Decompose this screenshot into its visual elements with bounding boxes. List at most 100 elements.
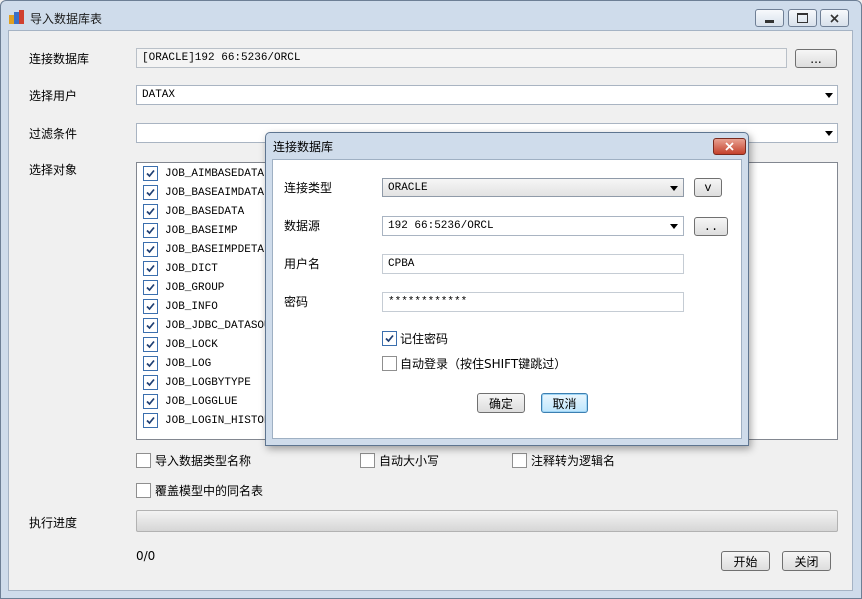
maximize-button[interactable]: [788, 9, 817, 27]
chevron-down-icon: [825, 93, 833, 98]
list-item-label: JOB_GROUP: [165, 281, 225, 294]
checkbox[interactable]: [143, 299, 158, 314]
checkbox[interactable]: [143, 375, 158, 390]
close-icon: [725, 142, 734, 151]
checkbox[interactable]: [143, 337, 158, 352]
chevron-down-icon: [825, 131, 833, 136]
checkbox[interactable]: [136, 483, 151, 498]
checkbox[interactable]: [143, 185, 158, 200]
list-item[interactable]: JOB_BASEIMP: [143, 223, 238, 238]
connection-label: 连接数据库: [29, 52, 90, 66]
checkbox[interactable]: [382, 331, 397, 346]
source-value: 192 66:5236/ORCL: [388, 220, 494, 232]
list-item[interactable]: JOB_LOGBYTYPE: [143, 375, 251, 390]
option-label: 覆盖模型中的同名表: [155, 484, 264, 498]
source-browse-button[interactable]: ..: [694, 217, 728, 236]
checkbox[interactable]: [143, 413, 158, 428]
option-import-type-name[interactable]: 导入数据类型名称: [136, 452, 251, 469]
conn-type-value: ORACLE: [388, 181, 428, 194]
remember-password-option[interactable]: 记住密码: [382, 330, 448, 347]
conn-type-select[interactable]: ORACLE: [382, 178, 684, 197]
check-icon: [146, 207, 155, 216]
checkbox[interactable]: [143, 261, 158, 276]
list-item-label: JOB_LOG: [165, 357, 212, 370]
ok-button[interactable]: 确定: [477, 393, 525, 413]
list-item-label: JOB_BASEAIMDATA: [165, 186, 265, 199]
list-item-label: JOB_LOGGLUE: [165, 395, 238, 408]
auto-login-option[interactable]: 自动登录（按住SHIFT键跳过）: [382, 355, 566, 372]
check-icon: [146, 264, 155, 273]
list-item-label: JOB_LOGIN_HISTORY: [165, 414, 278, 427]
check-icon: [146, 226, 155, 235]
dialog-close-button[interactable]: [713, 138, 746, 155]
close-window-button[interactable]: 关闭: [782, 551, 831, 571]
objects-label: 选择对象: [29, 163, 78, 177]
checkbox[interactable]: [136, 453, 151, 468]
check-icon: [146, 378, 155, 387]
option-overwrite-same-name[interactable]: 覆盖模型中的同名表: [136, 482, 263, 499]
user-label: 选择用户: [29, 89, 78, 103]
list-item-label: JOB_INFO: [165, 300, 218, 313]
list-item[interactable]: JOB_BASEDATA: [143, 204, 244, 219]
option-auto-case[interactable]: 自动大小写: [360, 452, 439, 469]
progress-count: 0/0: [136, 549, 156, 563]
check-icon: [146, 169, 155, 178]
remember-label: 记住密码: [400, 332, 449, 346]
check-icon: [146, 302, 155, 311]
list-item[interactable]: JOB_BASEIMPDETAIL: [143, 242, 277, 257]
list-item[interactable]: JOB_INFO: [143, 299, 218, 314]
check-icon: [146, 245, 155, 254]
list-item[interactable]: JOB_LOCK: [143, 337, 218, 352]
user-select-value: DATAX: [142, 89, 176, 101]
password-label: 密码: [284, 295, 309, 309]
list-item-label: JOB_BASEIMPDETAIL: [165, 243, 278, 256]
source-label: 数据源: [284, 219, 321, 233]
conn-type-button[interactable]: v: [694, 178, 722, 197]
minimize-icon: [765, 19, 774, 23]
close-button[interactable]: [820, 9, 849, 27]
check-icon: [146, 359, 155, 368]
check-icon: [146, 188, 155, 197]
progress-label: 执行进度: [29, 516, 78, 530]
connection-field[interactable]: [ORACLE]192 66:5236/ORCL: [136, 48, 787, 68]
list-item[interactable]: JOB_LOGIN_HISTORY: [143, 413, 277, 428]
minimize-button[interactable]: [755, 9, 784, 27]
chevron-down-icon: [670, 224, 678, 229]
option-label: 注释转为逻辑名: [531, 454, 616, 468]
list-item[interactable]: JOB_AIMBASEDATA: [143, 166, 264, 181]
check-icon: [385, 334, 394, 343]
cancel-button[interactable]: 取消: [541, 393, 588, 413]
username-input[interactable]: CPBA: [382, 254, 684, 274]
option-comment-to-logical[interactable]: 注释转为逻辑名: [512, 452, 615, 469]
list-item[interactable]: JOB_LOGGLUE: [143, 394, 238, 409]
password-input[interactable]: ************: [382, 292, 684, 312]
option-label: 导入数据类型名称: [155, 454, 252, 468]
checkbox[interactable]: [512, 453, 527, 468]
list-item[interactable]: JOB_GROUP: [143, 280, 224, 295]
checkbox[interactable]: [382, 356, 397, 371]
checkbox[interactable]: [143, 204, 158, 219]
checkbox[interactable]: [143, 166, 158, 181]
checkbox[interactable]: [143, 356, 158, 371]
auto-login-label: 自动登录（按住SHIFT键跳过）: [400, 357, 567, 371]
list-item-label: JOB_BASEIMP: [165, 224, 238, 237]
list-item[interactable]: JOB_BASEAIMDATA: [143, 185, 264, 200]
list-item-label: JOB_AIMBASEDATA: [165, 167, 265, 180]
close-icon: [830, 13, 839, 23]
checkbox[interactable]: [143, 223, 158, 238]
browse-connection-button[interactable]: ...: [795, 49, 837, 68]
checkbox[interactable]: [143, 318, 158, 333]
dialog-body: 连接类型 ORACLE v 数据源 192 66:5236/ORCL .. 用户…: [272, 159, 742, 439]
list-item[interactable]: JOB_LOG: [143, 356, 211, 371]
conn-type-label: 连接类型: [284, 181, 333, 195]
user-select[interactable]: DATAX: [136, 85, 838, 105]
checkbox[interactable]: [143, 242, 158, 257]
app-icon: [9, 10, 25, 24]
checkbox[interactable]: [143, 280, 158, 295]
checkbox[interactable]: [143, 394, 158, 409]
list-item[interactable]: JOB_DICT: [143, 261, 218, 276]
list-item-label: JOB_BASEDATA: [165, 205, 245, 218]
checkbox[interactable]: [360, 453, 375, 468]
start-button[interactable]: 开始: [721, 551, 770, 571]
source-select[interactable]: 192 66:5236/ORCL: [382, 216, 684, 236]
